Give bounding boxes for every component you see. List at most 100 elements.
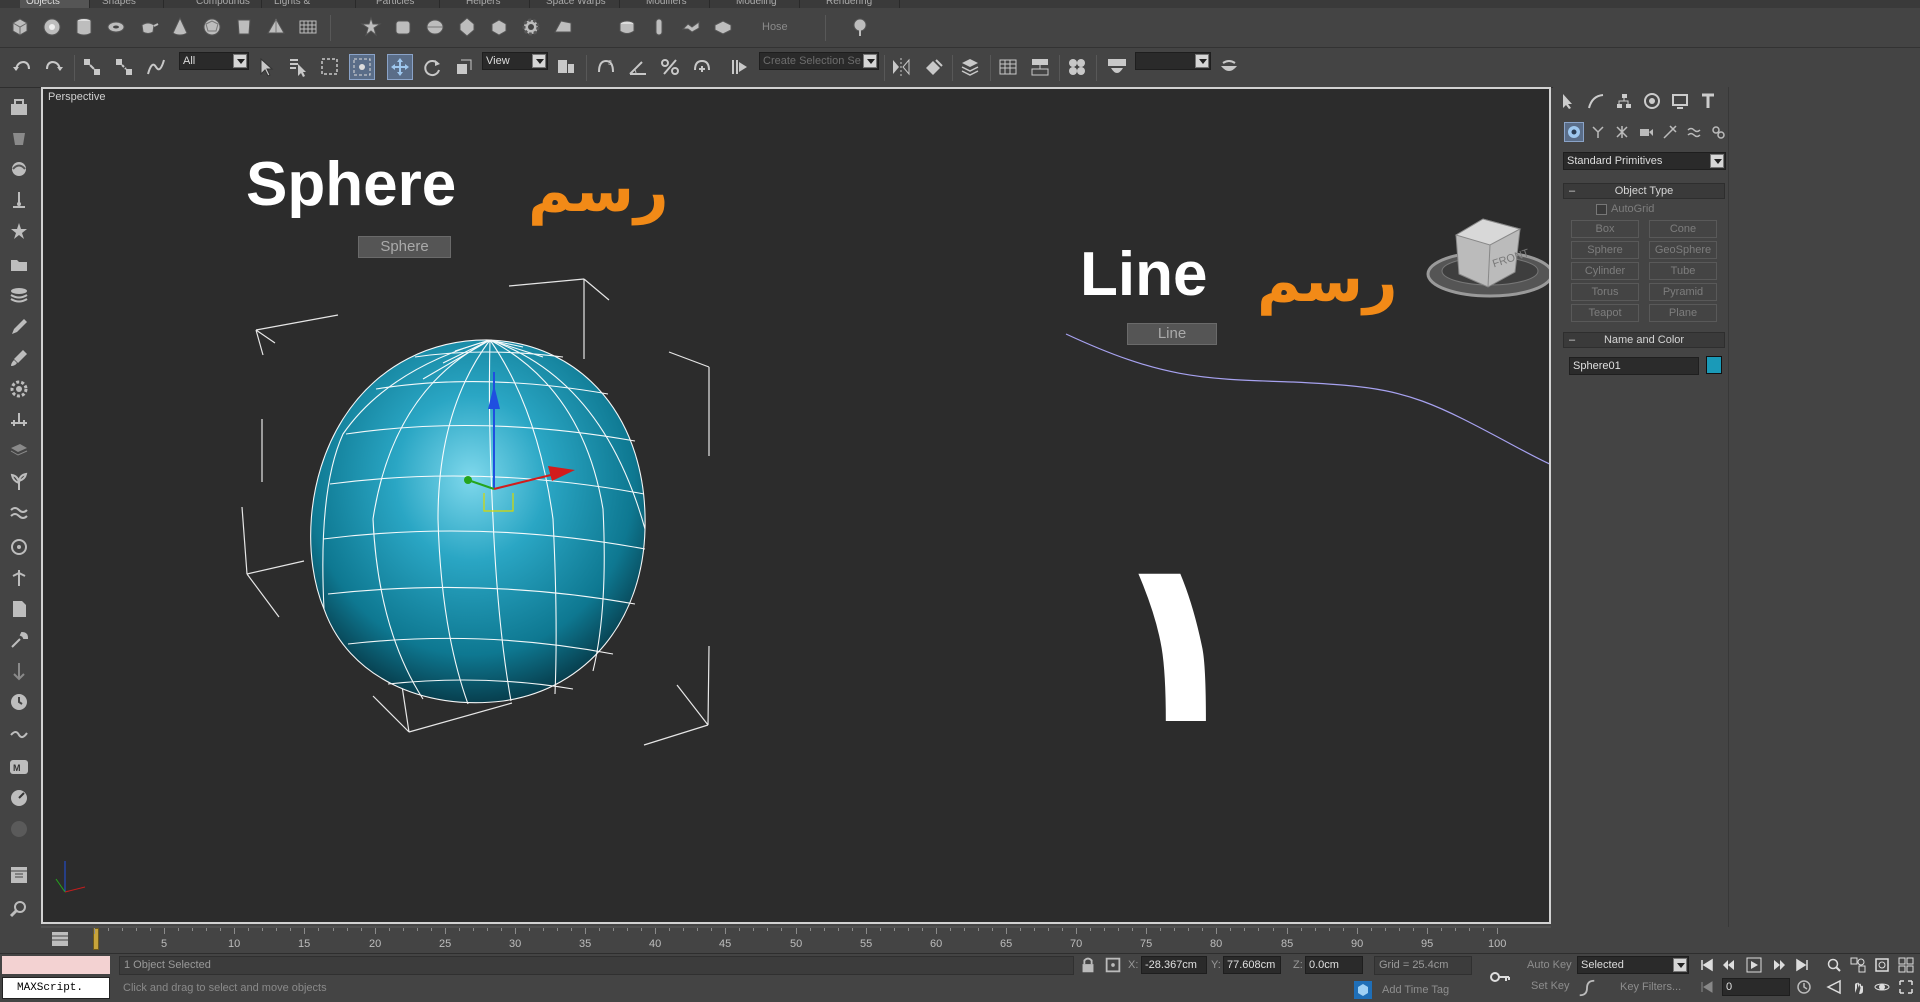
tab-lights-cameras[interactable]: Lights & Cameras [268, 0, 356, 8]
geosphere-button[interactable]: GeoSphere [1649, 241, 1717, 259]
foliage-icon[interactable] [847, 14, 873, 40]
folder-icon[interactable] [6, 252, 32, 278]
named-selection-icon[interactable] [727, 54, 753, 80]
name-color-rollout[interactable]: – Name and Color [1563, 332, 1725, 348]
teapot-button[interactable]: Teapot [1571, 304, 1639, 322]
cylinder-button[interactable]: Cylinder [1571, 262, 1639, 280]
key-icon[interactable] [1486, 965, 1514, 989]
schematic-view-icon[interactable] [1027, 54, 1053, 80]
tab-modifiers[interactable]: Modifiers [640, 0, 710, 8]
scale-icon[interactable] [451, 54, 477, 80]
utilities-tab-icon[interactable] [1697, 90, 1719, 112]
object-type-rollout[interactable]: – Object Type [1563, 183, 1725, 199]
pyramid-icon[interactable] [263, 14, 289, 40]
clock-icon[interactable] [6, 689, 32, 715]
capsule-icon[interactable] [614, 14, 640, 40]
spacewarps-category-icon[interactable] [1684, 122, 1704, 142]
arrow-icon[interactable] [6, 658, 32, 684]
l-ext-icon[interactable] [646, 14, 672, 40]
wave-icon[interactable] [6, 500, 32, 526]
checkbox-icon[interactable] [1596, 203, 1607, 215]
c-ext-icon[interactable] [678, 14, 704, 40]
key-mode-toggle-icon[interactable] [1697, 978, 1717, 996]
curve-editor-icon[interactable] [995, 54, 1021, 80]
modify-tab-icon[interactable] [1585, 90, 1607, 112]
selection-filter-dropdown[interactable]: All [179, 52, 249, 70]
layer-manager-icon[interactable] [957, 54, 983, 80]
maxscript-output[interactable] [2, 956, 110, 974]
render-production-icon[interactable] [1216, 54, 1242, 80]
primitive-type-dropdown[interactable]: Standard Primitives [1563, 152, 1726, 170]
bind-spacewarp-icon[interactable] [143, 54, 169, 80]
time-config-icon[interactable] [1794, 978, 1814, 996]
create-tab-icon[interactable] [1557, 90, 1579, 112]
pencil-icon[interactable] [6, 314, 32, 340]
render-setup-icon[interactable] [1104, 54, 1130, 80]
spline-icon[interactable] [6, 720, 32, 746]
tab-particles[interactable]: Particles [370, 0, 440, 8]
zoom-extents-all-icon[interactable] [1896, 956, 1916, 974]
lights-category-icon[interactable] [1612, 122, 1632, 142]
z-coordinate-field[interactable]: 0.0cm [1305, 956, 1363, 974]
mirror-icon[interactable] [888, 54, 914, 80]
plane-button[interactable]: Plane [1649, 304, 1717, 322]
sphere-gray-icon[interactable] [6, 816, 32, 842]
wrench-icon[interactable] [6, 627, 32, 653]
gear-icon[interactable] [518, 14, 544, 40]
next-frame-icon[interactable] [1768, 956, 1788, 974]
mini-curve-editor-icon[interactable] [48, 929, 72, 949]
zoom-icon[interactable] [1824, 956, 1844, 974]
line-curve[interactable] [1065, 333, 1551, 465]
tab-compounds[interactable]: Compounds [190, 0, 262, 8]
perspective-viewport[interactable]: Perspective FRONT Sphere رسم Sphere Line… [41, 87, 1551, 924]
helpers-category-icon[interactable] [1660, 122, 1680, 142]
layers-icon[interactable] [6, 283, 32, 309]
tab-objects[interactable]: Objects [20, 0, 90, 8]
material-editor-icon[interactable] [1064, 54, 1090, 80]
redo-icon[interactable] [41, 54, 67, 80]
tab-helpers[interactable]: Helpers [460, 0, 530, 8]
sphere-icon[interactable] [39, 14, 65, 40]
select-object-icon[interactable] [253, 54, 279, 80]
angle-snap-icon[interactable] [625, 54, 651, 80]
maxscript-icon[interactable]: M [6, 754, 32, 780]
gauge-icon[interactable] [6, 785, 32, 811]
rect-selection-icon[interactable] [317, 54, 343, 80]
oil-tank-icon[interactable] [422, 14, 448, 40]
sphere-object[interactable] [310, 339, 646, 705]
tab-modeling[interactable]: Modeling [730, 0, 800, 8]
hierarchy-tab-icon[interactable] [1613, 90, 1635, 112]
unlink-icon[interactable] [111, 54, 137, 80]
time-tag-icon[interactable] [1352, 979, 1374, 1001]
bone-icon[interactable] [6, 565, 32, 591]
cone-icon[interactable] [167, 14, 193, 40]
cup-icon[interactable] [6, 125, 32, 151]
percent-snap-icon[interactable] [657, 54, 683, 80]
field-of-view-icon[interactable] [1824, 978, 1844, 996]
tab-space-warps[interactable]: Space Warps [540, 0, 620, 8]
display-tab-icon[interactable] [1669, 90, 1691, 112]
box-button[interactable]: Box [1571, 220, 1639, 238]
sphere-button[interactable]: Sphere [1571, 241, 1639, 259]
snap-3d-icon[interactable]: 3 [593, 54, 619, 80]
motion-tab-icon[interactable] [1641, 90, 1663, 112]
geometry-category-icon[interactable] [1564, 122, 1584, 142]
hose-label[interactable]: Hose [762, 21, 788, 33]
auto-key-button[interactable]: Auto Key [1527, 959, 1572, 971]
camera-orbit-icon[interactable] [6, 534, 32, 560]
zoom-all-icon[interactable] [1848, 956, 1868, 974]
measure-icon[interactable] [6, 407, 32, 433]
torus-icon[interactable] [103, 14, 129, 40]
maxscript-listener[interactable]: MAXScript. [2, 977, 110, 999]
add-time-tag-button[interactable]: Add Time Tag [1382, 984, 1449, 996]
cameras-category-icon[interactable] [1636, 122, 1656, 142]
container-icon[interactable] [6, 94, 32, 120]
torus-knot-icon[interactable] [6, 156, 32, 182]
geosphere-icon[interactable] [199, 14, 225, 40]
tag-icon[interactable] [6, 438, 32, 464]
viewcube[interactable]: FRONT [1426, 218, 1551, 298]
gear-settings-icon[interactable] [6, 376, 32, 402]
prism-icon[interactable] [550, 14, 576, 40]
lock-icon[interactable] [1078, 955, 1098, 975]
plant-icon[interactable] [6, 469, 32, 495]
